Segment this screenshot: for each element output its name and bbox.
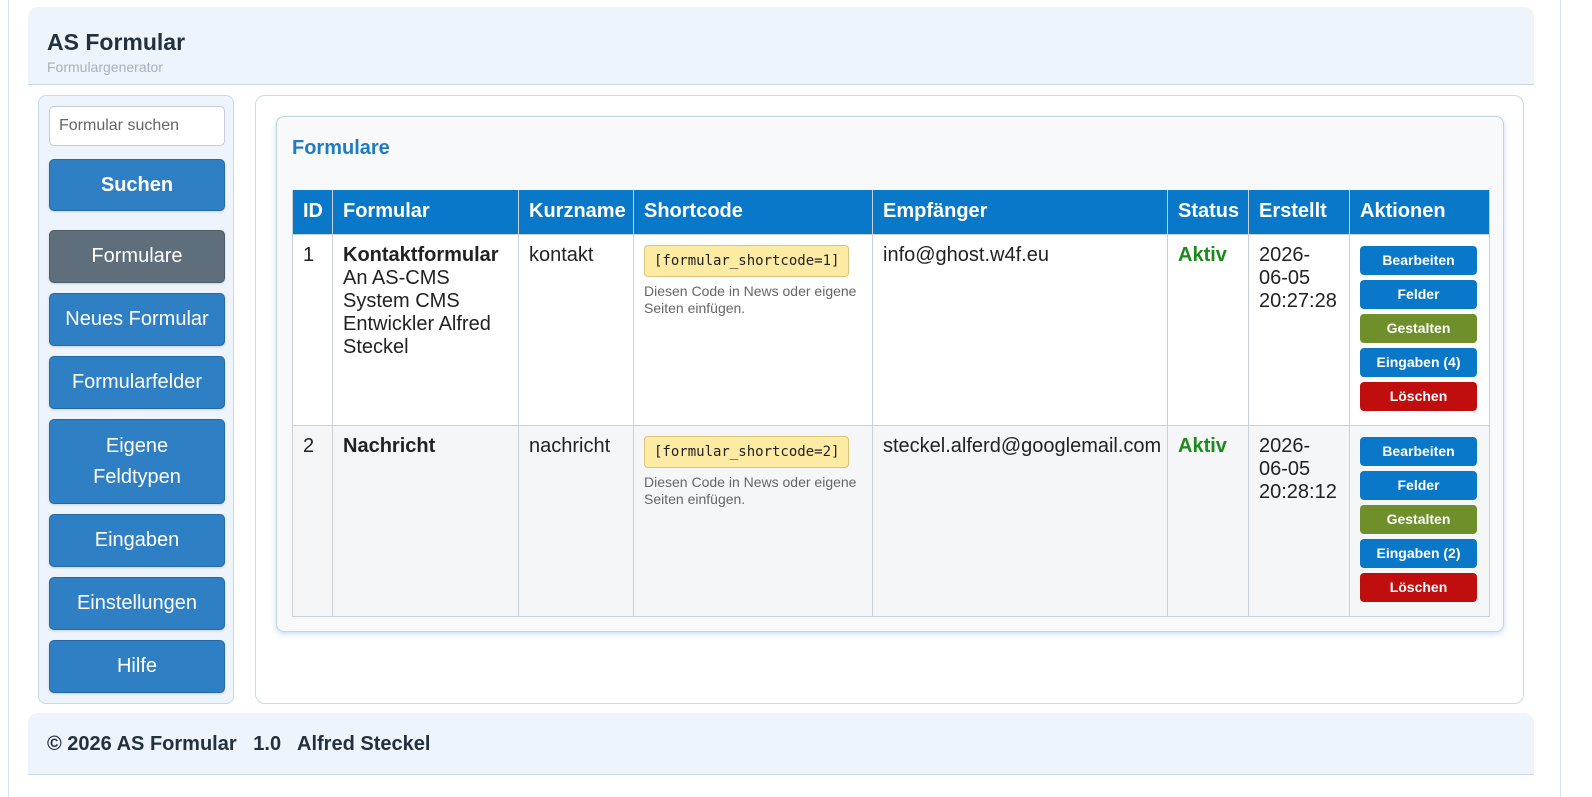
design-button[interactable]: Gestalten	[1360, 313, 1477, 343]
status-badge: Aktiv	[1178, 434, 1227, 457]
entries-button[interactable]: Eingaben (4)	[1360, 347, 1477, 377]
form-description: An AS-CMS System CMS Entwickler Alfred S…	[343, 266, 491, 358]
table-row: 1 Kontaktformular An AS-CMS System CMS E…	[292, 233, 1490, 426]
column-header-erstellt: Erstellt	[1248, 190, 1350, 235]
forms-card: Formulare ID Formular Kurzname Shortcode…	[276, 116, 1504, 632]
app-title: AS Formular	[47, 29, 186, 55]
section-title: Formulare	[292, 137, 390, 159]
entries-button[interactable]: Eingaben (2)	[1360, 538, 1477, 568]
cell-aktionen: Bearbeiten Felder Gestalten Eingaben (2)…	[1349, 424, 1490, 617]
fields-button[interactable]: Felder	[1360, 470, 1477, 500]
table-row: 2 Nachricht nachricht [formular_shortcod…	[292, 424, 1490, 617]
design-button[interactable]: Gestalten	[1360, 504, 1477, 534]
status-badge: Aktiv	[1178, 243, 1227, 266]
cell-status: Aktiv	[1167, 424, 1249, 617]
edit-button[interactable]: Bearbeiten	[1360, 436, 1477, 466]
left-border-line	[8, 0, 9, 797]
forms-table: ID Formular Kurzname Shortcode Empfänger…	[292, 190, 1490, 617]
cell-empfaenger: steckel.alferd@googlemail.com	[872, 424, 1168, 617]
shortcode-hint: Diesen Code in News oder eigene Seiten e…	[644, 473, 857, 507]
cell-erstellt: 2026-06-05 20:28:12	[1248, 424, 1350, 617]
cell-empfaenger: info@ghost.w4f.eu	[872, 233, 1168, 426]
cell-kurzname: kontakt	[518, 233, 634, 426]
sidebar-item-eigene-feldtypen[interactable]: Eigene Feldtypen	[49, 419, 225, 504]
column-header-status: Status	[1167, 190, 1249, 235]
sidebar-item-formulare[interactable]: Formulare	[49, 230, 225, 283]
app-subtitle: Formulargenerator	[47, 59, 163, 75]
column-header-kurzname: Kurzname	[518, 190, 634, 235]
footer-text: © 2026 AS Formular 1.0 Alfred Steckel	[47, 733, 431, 755]
sidebar: Suchen Formulare Neues Formular Formular…	[38, 95, 234, 704]
cell-id: 1	[292, 233, 333, 426]
sidebar-item-formularfelder[interactable]: Formularfelder	[49, 356, 225, 409]
cell-kurzname: nachricht	[518, 424, 634, 617]
sidebar-item-einstellungen[interactable]: Einstellungen	[49, 577, 225, 630]
shortcode-hint: Diesen Code in News oder eigene Seiten e…	[644, 282, 857, 316]
cell-status: Aktiv	[1167, 233, 1249, 426]
page-header: AS Formular Formulargenerator	[28, 7, 1534, 85]
column-header-formular: Formular	[332, 190, 519, 235]
cell-id: 2	[292, 424, 333, 617]
cell-shortcode: [formular_shortcode=1] Diesen Code in Ne…	[633, 233, 873, 426]
column-header-empfaenger: Empfänger	[872, 190, 1168, 235]
sidebar-item-eingaben[interactable]: Eingaben	[49, 514, 225, 567]
form-name: Nachricht	[343, 434, 436, 457]
page-footer: © 2026 AS Formular 1.0 Alfred Steckel	[28, 713, 1534, 775]
edit-button[interactable]: Bearbeiten	[1360, 245, 1477, 275]
cell-erstellt: 2026-06-05 20:27:28	[1248, 233, 1350, 426]
shortcode-badge[interactable]: [formular_shortcode=1]	[644, 244, 850, 277]
shortcode-badge[interactable]: [formular_shortcode=2]	[644, 435, 850, 468]
main-content: Formulare ID Formular Kurzname Shortcode…	[255, 95, 1524, 704]
cell-formular: Nachricht	[332, 424, 519, 617]
delete-button[interactable]: Löschen	[1360, 572, 1477, 602]
sidebar-item-neues-formular[interactable]: Neues Formular	[49, 293, 225, 346]
sidebar-item-hilfe[interactable]: Hilfe	[49, 640, 225, 693]
cell-formular: Kontaktformular An AS-CMS System CMS Ent…	[332, 233, 519, 426]
fields-button[interactable]: Felder	[1360, 279, 1477, 309]
cell-shortcode: [formular_shortcode=2] Diesen Code in Ne…	[633, 424, 873, 617]
column-header-id: ID	[292, 190, 333, 235]
form-name: Kontaktformular	[343, 243, 499, 266]
column-header-shortcode: Shortcode	[633, 190, 873, 235]
search-input[interactable]	[49, 106, 225, 146]
column-header-aktionen: Aktionen	[1349, 190, 1490, 235]
right-border-line	[1560, 0, 1561, 797]
delete-button[interactable]: Löschen	[1360, 381, 1477, 411]
search-button[interactable]: Suchen	[49, 159, 225, 211]
table-header-row: ID Formular Kurzname Shortcode Empfänger…	[292, 190, 1490, 235]
cell-aktionen: Bearbeiten Felder Gestalten Eingaben (4)…	[1349, 233, 1490, 426]
